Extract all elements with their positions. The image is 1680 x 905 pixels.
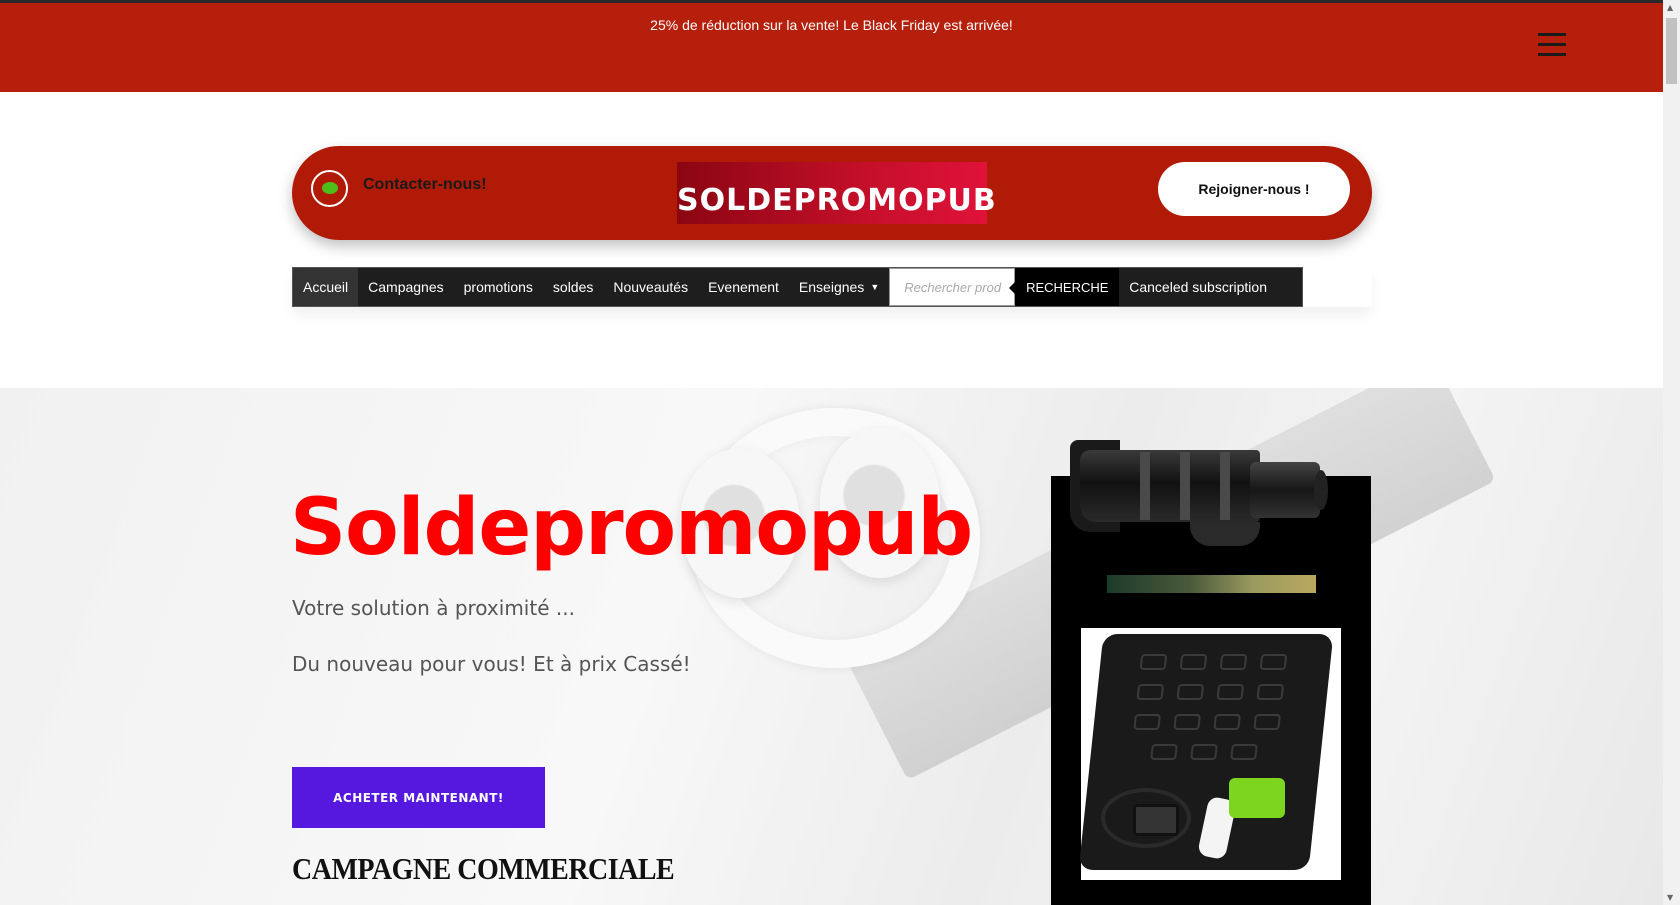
nav-item-canceled-subscription[interactable]: Canceled subscription: [1119, 268, 1277, 306]
camera-lens-image[interactable]: [1070, 440, 1340, 560]
main-nav-container: Accueil Campagnes promotions soldes Nouv…: [292, 267, 1372, 307]
nav-item-campagnes[interactable]: Campagnes: [358, 268, 454, 306]
hero-subtitle: Votre solution à proximité ...: [292, 596, 575, 620]
nav-item-evenement[interactable]: Evenement: [698, 268, 789, 306]
site-logo[interactable]: SOLDEPROMOPUB: [677, 162, 997, 224]
main-nav: Accueil Campagnes promotions soldes Nouv…: [292, 267, 1303, 307]
nav-item-soldes[interactable]: soldes: [543, 268, 603, 306]
scroll-up-icon[interactable]: ▲: [1667, 3, 1673, 12]
ad-banner-strip[interactable]: [1107, 575, 1316, 593]
section-title: CAMPAGNE COMMERCIALE: [292, 852, 675, 887]
product-image-inspection-camera[interactable]: [1078, 628, 1341, 880]
join-button[interactable]: Rejoigner-nous !: [1158, 162, 1350, 216]
promo-bar: 25% de réduction sur la vente! Le Black …: [0, 3, 1663, 92]
nav-item-nouveautes[interactable]: Nouveautés: [603, 268, 698, 306]
chat-icon[interactable]: [311, 170, 348, 207]
site-header: Contacter-nous! SOLDEPROMOPUB Rejoigner-…: [292, 146, 1372, 240]
search-button[interactable]: RECHERCHE: [1009, 268, 1120, 306]
scrollbar-thumb[interactable]: [1666, 18, 1677, 84]
logo-text: SOLDEPROMOPUB: [677, 183, 997, 218]
nav-item-promotions[interactable]: promotions: [454, 268, 543, 306]
scroll-down-icon[interactable]: ▼: [1667, 893, 1673, 902]
buy-now-button[interactable]: ACHETER MAINTENANT!: [292, 767, 545, 828]
hero-section: Soldepromopub Votre solution à proximité…: [0, 388, 1663, 905]
page-scrollbar[interactable]: ▲ ▼: [1663, 0, 1680, 905]
contact-link[interactable]: Contacter-nous!: [363, 176, 487, 194]
dropdown-caret-icon: ▼: [870, 282, 880, 292]
nav-item-accueil[interactable]: Accueil: [293, 268, 359, 306]
hero-title: Soldepromopub: [290, 483, 973, 573]
nav-item-enseignes[interactable]: Enseignes ▼: [789, 268, 889, 306]
promo-text: 25% de réduction sur la vente! Le Black …: [650, 17, 1013, 33]
menu-icon[interactable]: [1538, 33, 1566, 59]
hero-tagline: Du nouveau pour vous! Et à prix Cassé!: [292, 652, 691, 676]
search-input[interactable]: Rechercher prod: [889, 268, 1016, 306]
nav-item-enseignes-label: Enseignes: [798, 279, 865, 295]
